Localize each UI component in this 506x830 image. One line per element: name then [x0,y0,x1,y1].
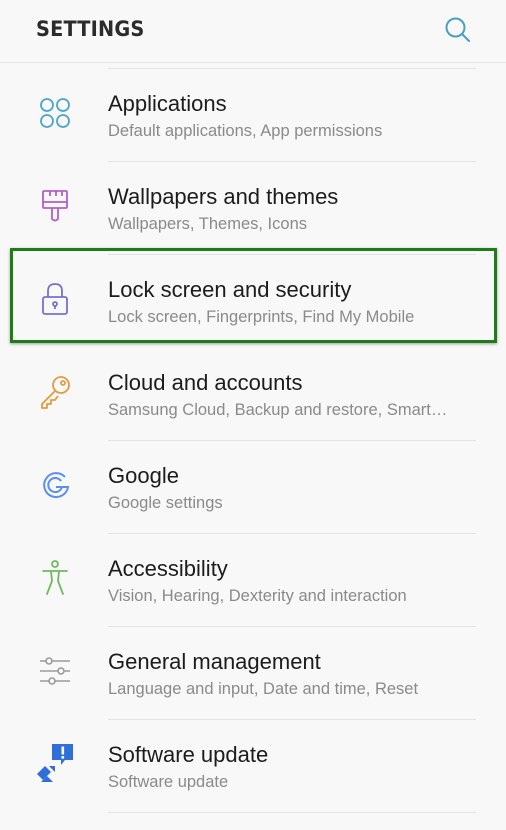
item-subtitle: Default applications, App permissions [108,122,383,140]
search-icon [445,17,470,42]
key-icon [35,372,75,412]
software-update-icon [35,744,75,784]
settings-item-lock-screen-and-security[interactable]: Lock screen and security Lock screen, Fi… [0,248,506,348]
item-title: General management [108,649,321,674]
lock-icon [35,279,75,319]
item-title: Accessibility [108,556,228,581]
paintbrush-icon [35,186,75,226]
item-title: Applications [108,91,227,116]
item-title: Cloud and accounts [108,370,303,395]
item-subtitle: Samsung Cloud, Backup and restore, Smart… [108,401,448,419]
settings-item-google[interactable]: Google Google settings [0,441,506,534]
settings-item-applications[interactable]: Applications Default applications, App p… [0,69,506,162]
settings-item-accessibility[interactable]: Accessibility Vision, Hearing, Dexterity… [0,534,506,627]
item-subtitle: Language and input, Date and time, Reset [108,680,419,698]
apps-grid-icon [35,93,75,133]
settings-item-wallpapers-and-themes[interactable]: Wallpapers and themes Wallpapers, Themes… [0,162,506,255]
page-title: SETTINGS [36,17,145,41]
item-title: Wallpapers and themes [108,184,339,209]
google-icon [35,465,75,505]
item-subtitle: Software update [108,773,229,791]
item-title: Software update [108,742,269,767]
item-subtitle: Google settings [108,494,223,512]
settings-item-cloud-and-accounts[interactable]: Cloud and accounts Samsung Cloud, Backup… [0,348,506,441]
item-subtitle: Wallpapers, Themes, Icons [108,215,307,233]
settings-item-general-management[interactable]: General management Language and input, D… [0,627,506,720]
item-subtitle: Vision, Hearing, Dexterity and interacti… [108,587,407,605]
search-button[interactable] [440,12,476,48]
item-title: Google [108,463,179,488]
row-divider [108,812,476,813]
settings-list: Applications Default applications, App p… [0,69,506,813]
sliders-icon [35,651,75,691]
item-title: Lock screen and security [108,277,352,302]
app-header: SETTINGS [0,0,506,63]
settings-item-software-update[interactable]: Software update Software update [0,720,506,813]
accessibility-person-icon [35,558,75,598]
item-subtitle: Lock screen, Fingerprints, Find My Mobil… [108,308,415,326]
